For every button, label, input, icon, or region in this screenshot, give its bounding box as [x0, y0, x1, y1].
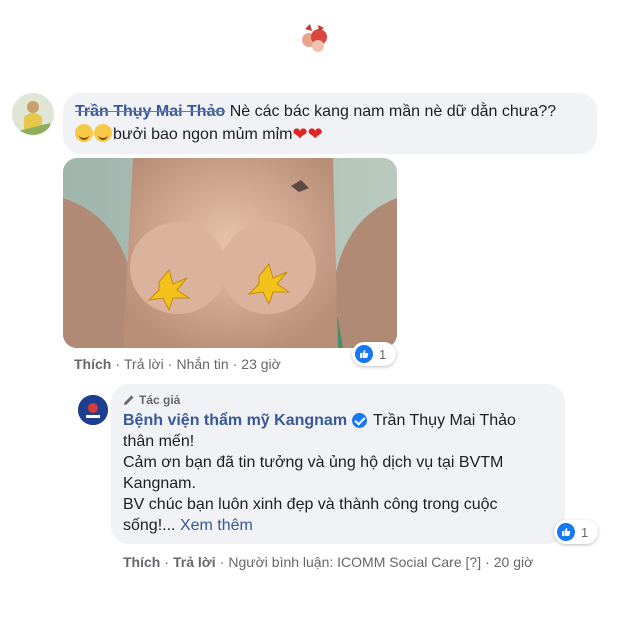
reply-reaction-count-badge[interactable]: 1	[554, 520, 598, 544]
reply-timestamp[interactable]: 20 giờ	[494, 554, 534, 570]
comment-timestamp[interactable]: 23 giờ	[241, 356, 281, 372]
comment-author-name[interactable]: Trần Thụy Mai Thảo	[75, 103, 225, 120]
page-avatar[interactable]	[78, 395, 108, 425]
reply-reply-link[interactable]: Trả lời	[173, 554, 216, 570]
reply-text-line3: Cảm ơn bạn đã tin tưởng và ủng hộ dịch v…	[123, 454, 504, 471]
reply-text-line5: BV chúc bạn luôn xinh đẹp và thành công …	[123, 496, 498, 513]
reply-bubble: Tác giả Bệnh viện thẩm mỹ Kangnam Trần T…	[111, 384, 565, 544]
reply-actions: Thích · Trả lời · Người bình luận: ICOMM Soc…	[123, 554, 534, 570]
comment-actions: Thích · Trả lời · Nhắn tin · 23 giờ	[74, 356, 281, 372]
reply-last-line: sống!... Xem thêm	[123, 515, 553, 536]
reaction-count-badge[interactable]: 1	[352, 342, 396, 366]
comment-first-line: Trần Thụy Mai Thảo Nè các bác kang nam m…	[75, 101, 585, 123]
user-avatar[interactable]	[12, 93, 54, 135]
smiling-face-emoji-icon	[75, 124, 93, 142]
author-badge: Tác giả	[123, 391, 553, 408]
page-name[interactable]: Bệnh viện thẩm mỹ Kangnam	[123, 412, 347, 430]
comment-bubble: Trần Thụy Mai Thảo Nè các bác kang nam m…	[63, 93, 597, 154]
comment-photo[interactable]	[63, 158, 397, 348]
like-thumb-icon	[355, 345, 373, 363]
reply-text-line6: sống!...	[123, 517, 176, 534]
message-link[interactable]: Nhắn tin	[176, 356, 228, 372]
brand-logo-icon	[302, 24, 327, 52]
reply-like-link[interactable]: Thích	[123, 554, 160, 570]
see-more-link[interactable]: Xem thêm	[180, 517, 253, 534]
red-heart-emoji-icon: ❤	[292, 124, 308, 144]
red-heart-emoji-icon: ❤	[307, 124, 323, 144]
reply-link[interactable]: Trả lời	[124, 356, 164, 372]
reaction-count: 1	[379, 346, 387, 362]
pencil-icon	[124, 395, 134, 405]
like-thumb-icon	[557, 523, 575, 541]
comment-text-line2: bưởi bao ngon mủm mỉm	[113, 126, 293, 143]
verified-badge-icon	[352, 413, 368, 428]
mention-name[interactable]: Trần Thụy Mai Thảo	[373, 410, 516, 431]
reply-text-line4: Kangnam.	[123, 475, 196, 492]
comment-second-line: bưởi bao ngon mủm mỉm❤❤	[75, 123, 585, 146]
smiling-face-emoji-icon	[94, 124, 112, 142]
reply-first-line: Bệnh viện thẩm mỹ Kangnam Trần Thụy Mai …	[123, 410, 553, 431]
reply-reaction-count: 1	[581, 524, 589, 540]
reply-text-line2: thân mến!	[123, 433, 195, 450]
author-badge-label: Tác giả	[139, 392, 181, 407]
like-link[interactable]: Thích	[74, 356, 111, 372]
responder-info: Người bình luận: ICOMM Social Care [?]	[228, 554, 482, 570]
comment-text-line1: Nè các bác kang nam mần nè dữ dằn chưa??	[229, 103, 557, 120]
